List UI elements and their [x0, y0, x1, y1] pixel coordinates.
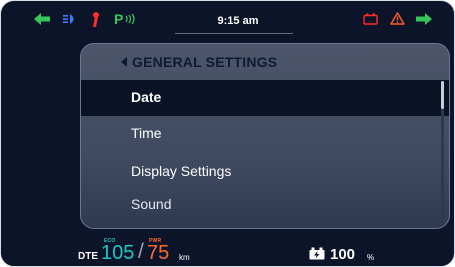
eco-range: 105 — [101, 242, 135, 264]
bottom-status — [1, 233, 454, 265]
range-unit: km — [179, 253, 190, 262]
settings-header[interactable]: GENERAL SETTINGS — [81, 44, 449, 80]
percent-sign: % — [367, 253, 375, 262]
svg-text:P: P — [114, 11, 123, 27]
dte-label: DTE — [78, 251, 98, 262]
settings-title: GENERAL SETTINGS — [132, 54, 278, 70]
scrollbar-thumb[interactable] — [441, 81, 444, 109]
menu-item-label: Time — [131, 125, 162, 141]
headlight-icon — [63, 14, 74, 24]
side-stand-icon — [93, 12, 99, 27]
menu-item-time[interactable]: Time — [81, 116, 449, 152]
menu-item-label: Display Settings — [131, 163, 232, 179]
battery-percentage: 100 — [330, 246, 356, 263]
settings-panel: GENERAL SETTINGS Date Time Display Setti… — [80, 43, 450, 229]
pwr-range: 75 — [147, 242, 170, 264]
status-bar: P 9:15 am — [1, 1, 454, 35]
menu-item-date[interactable]: Date — [81, 80, 449, 116]
parking-icon: P — [114, 11, 135, 27]
menu-item-display-settings[interactable]: Display Settings — [81, 154, 449, 190]
instrument-screen: P 9:15 am GENERAL SETTINGS Date Time Dis… — [0, 0, 455, 267]
left-turn-icon — [34, 13, 50, 25]
range-separator: / — [138, 240, 144, 263]
menu-item-label: Sound — [131, 196, 172, 212]
menu-item-sound[interactable]: Sound — [81, 187, 449, 223]
back-arrow-icon[interactable] — [121, 57, 127, 67]
divider — [175, 33, 293, 34]
right-turn-icon — [416, 13, 432, 25]
battery-warning-icon — [363, 13, 378, 25]
battery-charging-icon — [309, 247, 325, 260]
warning-icon — [390, 12, 405, 25]
menu-item-label: Date — [131, 89, 162, 105]
clock: 9:15 am — [217, 15, 259, 27]
